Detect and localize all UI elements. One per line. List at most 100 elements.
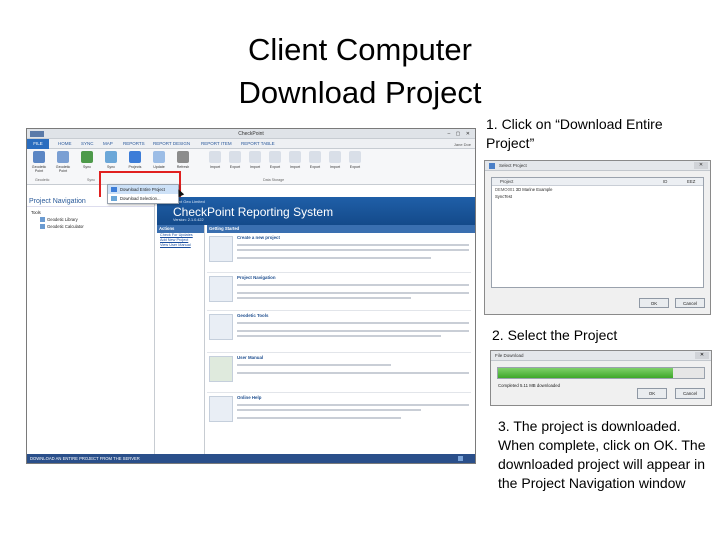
- project-navigation-panel: Project Navigation Tools Geodetic Librar…: [27, 197, 155, 455]
- section-online-help: Online Help: [207, 393, 471, 433]
- tree-node-geodetic-library[interactable]: Geodetic Library: [37, 216, 150, 223]
- export-icon: [269, 151, 281, 163]
- download-ok-button[interactable]: OK: [637, 388, 667, 399]
- start-page: Point Geo Limited CheckPoint Reporting S…: [157, 197, 475, 455]
- close-icon[interactable]: ✕: [694, 162, 708, 169]
- status-text: DOWNLOAD AN ENTIRE PROJECT FROM THE SERV…: [30, 456, 140, 461]
- banner-title: CheckPoint Reporting System: [173, 205, 334, 219]
- tab-reports[interactable]: REPORTS: [119, 139, 149, 149]
- text-line: [237, 409, 421, 411]
- select-ok-button[interactable]: OK: [639, 298, 669, 308]
- table-row[interactable]: DEMO001 3D Marine Example: [492, 186, 703, 193]
- download-dialog-titlebar: File Download ✕: [491, 351, 711, 361]
- tab-sync[interactable]: SYNC: [77, 139, 98, 149]
- download-progress-bar: [497, 367, 705, 379]
- app-window-title: CheckPoint: [238, 131, 264, 137]
- import-icon: [249, 151, 261, 163]
- ribbon-button-export-2[interactable]: Export: [265, 151, 285, 177]
- tree-node-tools[interactable]: Tools: [31, 209, 150, 216]
- ribbon-group-sync: Sync: [87, 178, 95, 182]
- ribbon-button-sync[interactable]: Sync: [77, 151, 97, 177]
- projects-dropdown-menu: Download Entire Project Download Selecti…: [107, 184, 179, 204]
- ribbon-button-export-4[interactable]: Export: [345, 151, 365, 177]
- select-dialog-title: Select Project: [499, 163, 527, 168]
- download-selection-icon: [111, 196, 117, 201]
- actions-header: Actions: [157, 225, 204, 233]
- section-heading: Create a new project: [237, 235, 280, 240]
- text-line: [237, 372, 469, 374]
- window-controls[interactable]: – ▢ ✕: [448, 131, 472, 137]
- text-line: [237, 322, 469, 324]
- tab-report-item[interactable]: REPORT ITEM: [197, 139, 236, 149]
- section-geodetic-tools: Geodetic Tools: [207, 311, 471, 353]
- file-download-dialog: File Download ✕ Completed 5.11 MB downlo…: [490, 350, 712, 406]
- tab-map[interactable]: MAP: [99, 139, 117, 149]
- ribbon-button-geodetic-point[interactable]: Geodetic Point: [29, 151, 49, 177]
- link-view-user-manual[interactable]: View User Manual: [157, 243, 204, 248]
- text-line: [237, 257, 431, 259]
- project-grid: Project ID EEZ DEMO001 3D Marine Example…: [491, 177, 704, 288]
- download-arrow-icon: [129, 151, 141, 163]
- text-line: [237, 244, 469, 246]
- sync-down-icon: [105, 151, 117, 163]
- getting-started-panel: Getting Started Create a new project Pro…: [207, 225, 475, 455]
- grid-header: Project ID EEZ: [492, 178, 703, 186]
- close-icon[interactable]: ✕: [695, 352, 709, 359]
- download-status-message: Completed 5.11 MB downloaded: [498, 383, 561, 388]
- row-tag: DEMO001: [495, 187, 515, 192]
- geodetic-tools-image: [209, 314, 233, 340]
- getting-started-header: Getting Started: [207, 225, 475, 233]
- text-line: [237, 297, 411, 299]
- geodetic-icon: [57, 151, 69, 163]
- table-row[interactable]: SyncTest: [492, 193, 703, 200]
- user-label[interactable]: Jane Doe: [454, 142, 471, 147]
- menu-item-download-selection[interactable]: Download Selection...: [108, 194, 178, 203]
- text-line: [237, 292, 469, 294]
- sync-icon: [81, 151, 93, 163]
- ribbon-button-import-3[interactable]: Import: [285, 151, 305, 177]
- step2-caption: 2. Select the Project: [492, 327, 618, 343]
- tab-report-design[interactable]: REPORT DESIGN: [149, 139, 194, 149]
- status-bar: DOWNLOAD AN ENTIRE PROJECT FROM THE SERV…: [27, 454, 475, 463]
- step3-caption: 3. The project is downloaded. When compl…: [498, 418, 706, 491]
- ribbon-tabs: FILE HOME SYNC MAP REPORTS REPORT DESIGN…: [27, 139, 475, 149]
- column-project[interactable]: Project: [500, 178, 513, 186]
- row-project-name: 3D Marine Example: [515, 187, 553, 192]
- banner-version: Version: 2.1.0.422: [173, 218, 204, 222]
- tab-file[interactable]: FILE: [27, 139, 49, 149]
- ribbon-button-import-4[interactable]: Import: [325, 151, 345, 177]
- section-user-manual: User Manual: [207, 353, 471, 393]
- section-heading: Geodetic Tools: [237, 313, 269, 318]
- select-cancel-button[interactable]: Cancel: [675, 298, 705, 308]
- app-titlebar: CheckPoint – ▢ ✕: [27, 129, 475, 139]
- create-project-image: [209, 236, 233, 262]
- text-line: [237, 404, 469, 406]
- project-tree: Tools Geodetic Library Geodetic Calculat…: [27, 207, 154, 232]
- dialog-app-icon: [489, 163, 495, 169]
- download-dialog-title: File Download: [495, 353, 524, 358]
- select-dialog-titlebar: Select Project ✕: [485, 161, 710, 171]
- step1-caption: 1. Click on “Download Entire Project”: [486, 116, 663, 151]
- tab-report-table[interactable]: REPORT TABLE: [237, 139, 279, 149]
- refresh-icon: [177, 151, 189, 163]
- import-icon: [209, 151, 221, 163]
- status-indicator-icon: [458, 456, 463, 461]
- ribbon-button-import-1[interactable]: Import: [205, 151, 225, 177]
- tree-node-geodetic-calculator[interactable]: Geodetic Calculator: [37, 223, 150, 230]
- start-banner: Point Geo Limited CheckPoint Reporting S…: [157, 197, 475, 225]
- text-line: [237, 330, 469, 332]
- ribbon-button-export-1[interactable]: Export: [225, 151, 245, 177]
- ribbon-button-import-2[interactable]: Import: [245, 151, 265, 177]
- section-project-navigation: Project Navigation: [207, 273, 471, 311]
- ribbon-group-data-storage: Data Storage: [263, 178, 285, 182]
- column-eez[interactable]: EEZ: [687, 178, 695, 186]
- menu-item-download-entire-project[interactable]: Download Entire Project: [108, 185, 178, 194]
- ribbon-button-geodetic[interactable]: Geodetic Point: [53, 151, 73, 177]
- tab-home[interactable]: HOME: [54, 139, 76, 149]
- progress-fill: [498, 368, 674, 378]
- text-line: [237, 249, 469, 251]
- download-cancel-button[interactable]: Cancel: [675, 388, 705, 399]
- ribbon-button-export-3[interactable]: Export: [305, 151, 325, 177]
- select-project-dialog: Select Project ✕ Project ID EEZ DEMO001 …: [484, 160, 711, 315]
- column-id[interactable]: ID: [663, 178, 667, 186]
